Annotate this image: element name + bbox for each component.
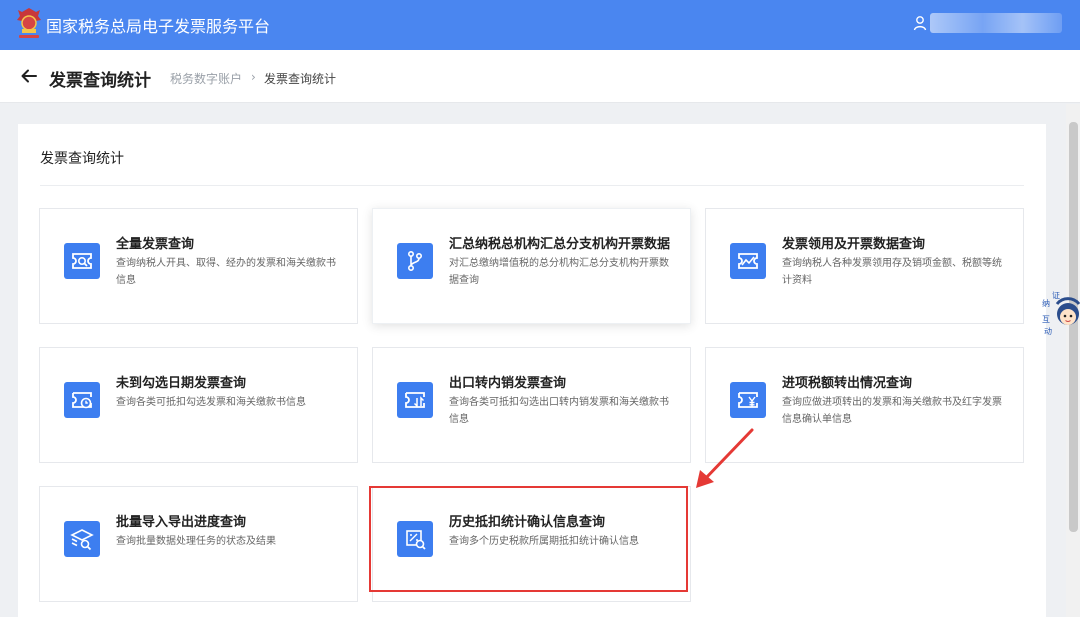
- card-description: 查询批量数据处理任务的状态及结果: [116, 536, 276, 547]
- card-title: 未到勾选日期发票查询: [116, 376, 247, 391]
- invoice-search-icon: [64, 243, 100, 279]
- card-title: 汇总纳税总机构汇总分支机构开票数据: [449, 237, 671, 252]
- tax-emblem-icon: [17, 8, 41, 38]
- card-title: 全量发票查询: [116, 237, 195, 252]
- page-header: 发票查询统计 税务数字账户 › 发票查询统计: [0, 50, 1080, 103]
- arrow-left-icon[interactable]: [20, 67, 38, 85]
- card-title: 进项税额转出情况查询: [782, 376, 913, 391]
- invoice-transfer-icon: [397, 382, 433, 418]
- card-batch-import-export[interactable]: 批量导入导出进度查询 查询批量数据处理任务的状态及结果: [39, 486, 358, 602]
- stats-search-icon: [397, 521, 433, 557]
- card-title: 出口转内销发票查询: [449, 376, 567, 391]
- breadcrumb-chevron-icon: ›: [251, 70, 256, 84]
- yuan-invoice-icon: [730, 382, 766, 418]
- user-name-redacted[interactable]: [930, 13, 1062, 33]
- trend-chart-icon: [730, 243, 766, 279]
- card-unchecked-date-invoice[interactable]: 未到勾选日期发票查询 查询各类可抵扣勾选发票和海关缴款书信息: [39, 347, 358, 463]
- branch-icon: [397, 243, 433, 279]
- card-title: 历史抵扣统计确认信息查询: [449, 515, 606, 530]
- batch-search-icon: [64, 521, 100, 557]
- card-description: 查询纳税人开具、取得、经办的发票和海关缴款书信息: [116, 258, 336, 286]
- card-description: 查询各类可抵扣勾选出口转内销发票和海关缴款书信息: [449, 397, 669, 425]
- card-description: 查询各类可抵扣勾选发票和海关缴款书信息: [116, 397, 306, 408]
- mascot-char: 动: [1044, 326, 1052, 336]
- card-full-invoice-query[interactable]: 全量发票查询 查询纳税人开具、取得、经办的发票和海关缴款书信息: [39, 208, 358, 324]
- annotation-arrow-icon: [696, 428, 754, 488]
- breadcrumb-item-tax-account[interactable]: 税务数字账户: [170, 70, 242, 87]
- page-title: 发票查询统计: [49, 71, 151, 91]
- site-title: 国家税务总局电子发票服务平台: [46, 17, 271, 36]
- card-invoice-issuance-data[interactable]: 发票领用及开票数据查询 查询纳税人各种发票领用存及销项金额、税额等统计资料: [705, 208, 1024, 324]
- mascot-char: 互: [1042, 315, 1050, 324]
- top-bar: 国家税务总局电子发票服务平台: [0, 0, 1080, 50]
- card-title: 发票领用及开票数据查询: [782, 237, 926, 252]
- user-icon[interactable]: [912, 15, 928, 31]
- section-divider: [40, 185, 1024, 186]
- card-description: 查询应做进项转出的发票和海关缴款书及红字发票信息确认单信息: [782, 397, 1002, 425]
- card-description: 对汇总缴纳增值税的总分机构汇总分支机构开票数据查询: [449, 258, 669, 286]
- mascot-char: 纳: [1042, 298, 1050, 308]
- breadcrumb-item-current: 发票查询统计: [264, 72, 337, 86]
- card-description: 查询多个历史税款所属期抵扣统计确认信息: [449, 536, 639, 547]
- card-export-domestic-invoice[interactable]: 出口转内销发票查询 查询各类可抵扣勾选出口转内销发票和海关缴款书信息: [372, 347, 691, 463]
- card-description: 查询纳税人各种发票领用存及销项金额、税额等统计资料: [782, 258, 1002, 286]
- section-title: 发票查询统计: [40, 151, 124, 167]
- card-branch-invoice-data[interactable]: 汇总纳税总机构汇总分支机构开票数据 对汇总缴纳增值税的总分机构汇总分支机构开票数…: [372, 208, 691, 324]
- mascot-widget-icon[interactable]: 纳 证 互 动: [1038, 290, 1080, 338]
- card-title: 批量导入导出进度查询: [116, 515, 247, 530]
- mascot-char: 证: [1052, 291, 1060, 300]
- invoice-clock-icon: [64, 382, 100, 418]
- card-history-deduction-stats[interactable]: 历史抵扣统计确认信息查询 查询多个历史税款所属期抵扣统计确认信息: [372, 486, 691, 602]
